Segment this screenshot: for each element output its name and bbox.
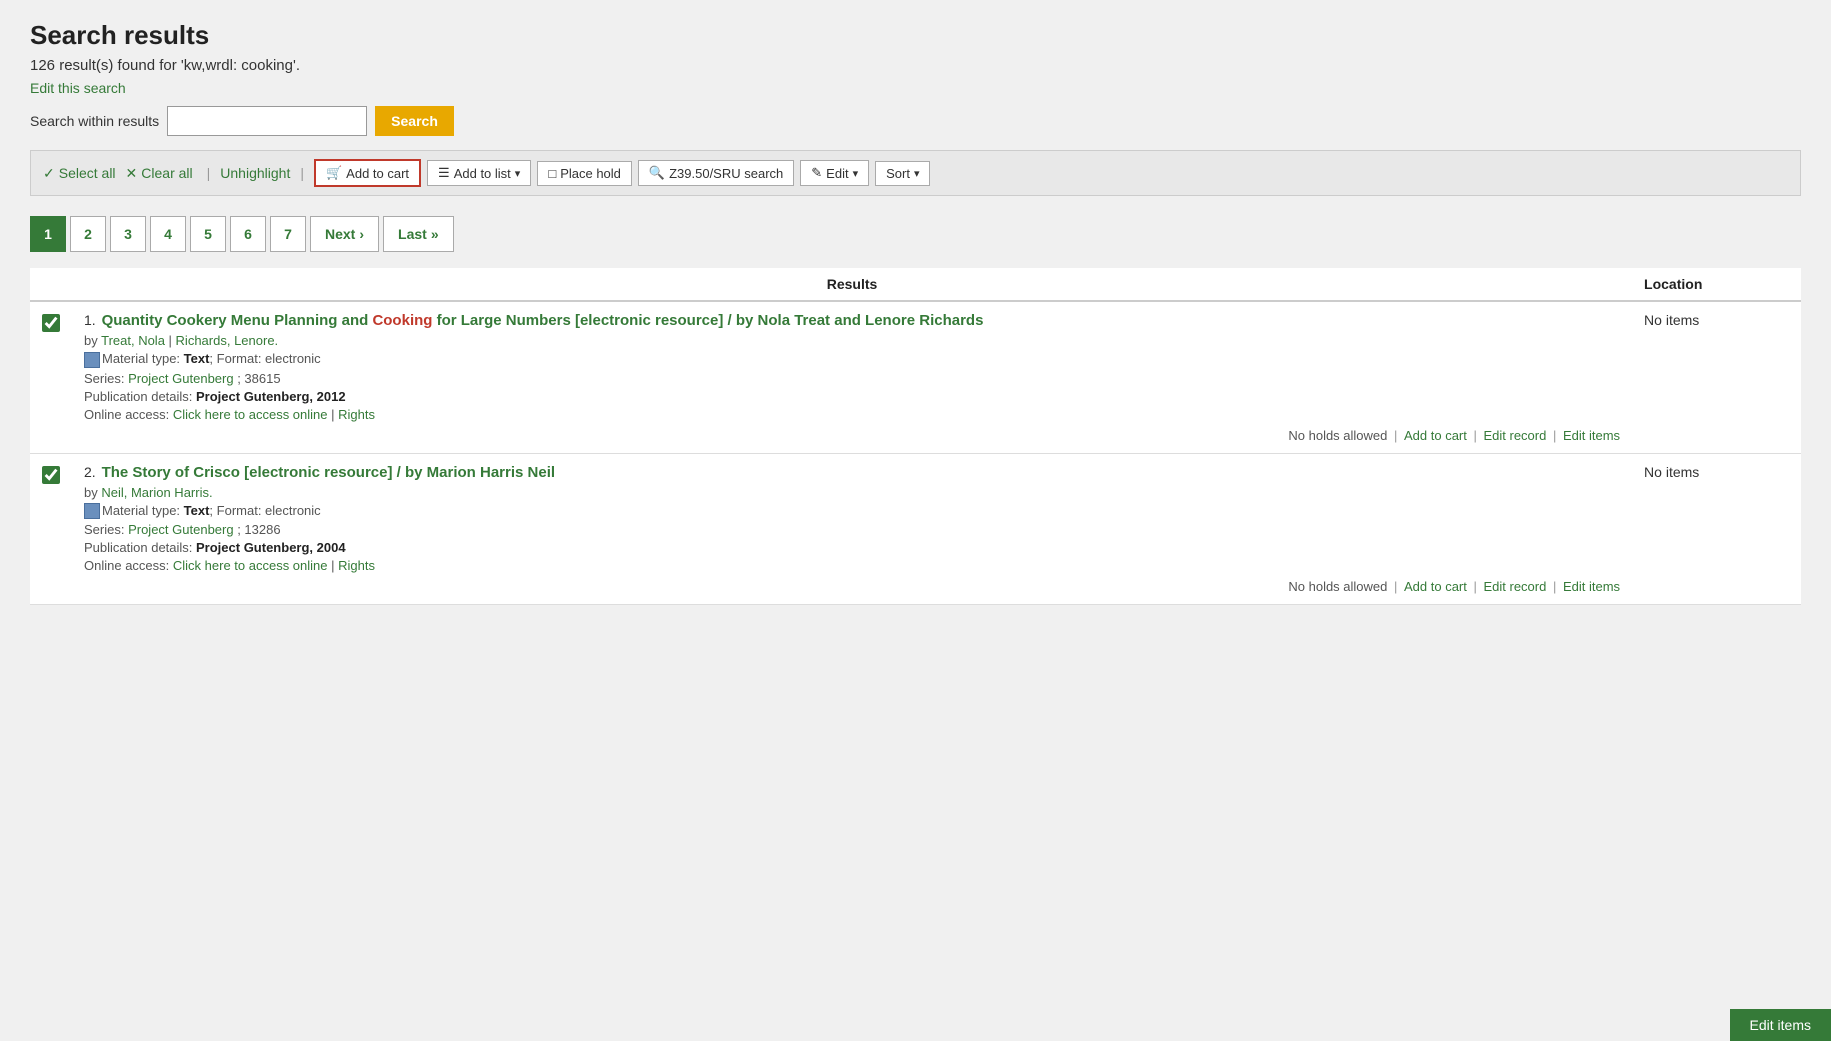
page-btn-4[interactable]: 4 (150, 216, 186, 252)
add-to-cart-button[interactable]: 🛒 Add to cart (314, 159, 421, 187)
separator: | (1549, 428, 1560, 443)
toolbar-divider-1: | (207, 165, 211, 181)
result-edit-items-link[interactable]: Edit items (1563, 579, 1620, 594)
result-rights-link[interactable]: Rights (338, 407, 375, 422)
result-edit-items-link[interactable]: Edit items (1563, 428, 1620, 443)
result-author-link[interactable]: Treat, Nola (101, 333, 165, 348)
result-material-type: Material type: Text; Format: electronic (84, 351, 1620, 368)
col-header-checkbox (30, 268, 72, 301)
edit-search-link[interactable]: Edit this search (30, 80, 126, 96)
search-within-row: Search within results Search (30, 106, 1801, 136)
list-icon: ☰ (438, 165, 450, 181)
checkmark-icon: ✓ (43, 165, 55, 182)
result-add-to-cart-link[interactable]: Add to cart (1404, 579, 1467, 594)
result-authors: by Treat, Nola | Richards, Lenore. (84, 333, 1620, 348)
hold-icon: □ (548, 166, 556, 181)
edit-dropdown-button[interactable]: ✎ Edit (800, 160, 869, 186)
search-icon: 🔍 (649, 165, 665, 181)
result-edit-record-link[interactable]: Edit record (1483, 579, 1546, 594)
clear-all-button[interactable]: ✕ Clear all (126, 165, 193, 182)
result-online-access-link[interactable]: Click here to access online (173, 558, 328, 573)
sort-button[interactable]: Sort (875, 161, 930, 186)
result-title-link[interactable]: The Story of Crisco [electronic resource… (102, 464, 555, 481)
edit-icon: ✎ (811, 165, 822, 181)
result-authors: by Neil, Marion Harris. (84, 485, 1620, 500)
page-btn-2[interactable]: 2 (70, 216, 106, 252)
result-checkbox-2[interactable] (42, 466, 60, 484)
separator: | (1390, 428, 1401, 443)
table-row: 2. The Story of Crisco [electronic resou… (30, 453, 1801, 605)
separator: | (1549, 579, 1560, 594)
result-author-link[interactable]: Richards, Lenore. (176, 333, 279, 348)
result-content-1: 1. Quantity Cookery Menu Planning and Co… (72, 301, 1632, 453)
result-content-2: 2. The Story of Crisco [electronic resou… (72, 453, 1632, 605)
add-to-list-button[interactable]: ☰ Add to list (427, 160, 531, 186)
separator: | (1470, 579, 1481, 594)
result-edit-record-link[interactable]: Edit record (1483, 428, 1546, 443)
page-title: Search results (30, 20, 1801, 51)
result-checkbox-1[interactable] (42, 314, 60, 332)
result-series-link[interactable]: Project Gutenberg (128, 371, 234, 386)
last-page-button[interactable]: Last » (383, 216, 454, 252)
material-type-icon (84, 352, 100, 368)
x-icon: ✕ (126, 165, 138, 182)
result-rights-link[interactable]: Rights (338, 558, 375, 573)
page-btn-3[interactable]: 3 (110, 216, 146, 252)
next-page-button[interactable]: Next › (310, 216, 379, 252)
pagination: 1 2 3 4 5 6 7 Next › Last » (30, 216, 1801, 252)
result-title-highlight: Cooking (372, 312, 432, 329)
place-hold-button[interactable]: □ Place hold (537, 161, 632, 186)
result-series: Series: Project Gutenberg ; 38615 (84, 371, 1620, 386)
material-type-icon (84, 503, 100, 519)
last-icon: » (431, 226, 439, 242)
select-all-button[interactable]: ✓ Select all (43, 165, 116, 182)
result-add-to-cart-link[interactable]: Add to cart (1404, 428, 1467, 443)
result-title-link[interactable]: Quantity Cookery Menu Planning and Cooki… (102, 312, 984, 329)
result-number: 1. (84, 312, 100, 328)
separator: | (1470, 428, 1481, 443)
unhighlight-button[interactable]: Unhighlight (220, 165, 290, 181)
page-btn-7[interactable]: 7 (270, 216, 306, 252)
search-within-label: Search within results (30, 113, 159, 129)
result-author-link[interactable]: Neil, Marion Harris. (101, 485, 212, 500)
cart-icon: 🛒 (326, 165, 342, 181)
result-location: No items (1632, 453, 1801, 605)
result-location: No items (1632, 301, 1801, 453)
col-header-location: Location (1632, 268, 1801, 301)
results-summary: 126 result(s) found for 'kw,wrdl: cookin… (30, 57, 1801, 74)
result-material-type: Material type: Text; Format: electronic (84, 503, 1620, 520)
page-btn-6[interactable]: 6 (230, 216, 266, 252)
results-table: Results Location 1. Quantity Cookery Men… (30, 268, 1801, 605)
search-within-input[interactable] (167, 106, 367, 136)
toolbar-divider-2: | (300, 165, 304, 181)
bottom-bar[interactable]: Edit items (1730, 1009, 1831, 1041)
separator: | (1390, 579, 1401, 594)
result-online-access: Online access: Click here to access onli… (84, 558, 1620, 573)
result-online-access: Online access: Click here to access onli… (84, 407, 1620, 422)
page-wrapper: Search results 126 result(s) found for '… (0, 0, 1831, 1041)
result-series-link[interactable]: Project Gutenberg (128, 522, 234, 537)
result-actions: No holds allowed | Add to cart | Edit re… (84, 579, 1620, 594)
table-row: 1. Quantity Cookery Menu Planning and Co… (30, 301, 1801, 453)
result-series: Series: Project Gutenberg ; 13286 (84, 522, 1620, 537)
search-within-button[interactable]: Search (375, 106, 454, 136)
edit-items-label: Edit items (1750, 1017, 1811, 1033)
next-icon: › (359, 226, 364, 242)
toolbar: ✓ Select all ✕ Clear all | Unhighlight |… (30, 150, 1801, 196)
result-online-access-link[interactable]: Click here to access online (173, 407, 328, 422)
result-actions: No holds allowed | Add to cart | Edit re… (84, 428, 1620, 443)
result-pub-details: Publication details: Project Gutenberg, … (84, 389, 1620, 404)
page-btn-1[interactable]: 1 (30, 216, 66, 252)
page-btn-5[interactable]: 5 (190, 216, 226, 252)
result-number: 2. (84, 464, 100, 480)
z3950-button[interactable]: 🔍 Z39.50/SRU search (638, 160, 794, 186)
result-pub-details: Publication details: Project Gutenberg, … (84, 540, 1620, 555)
col-header-results: Results (72, 268, 1632, 301)
